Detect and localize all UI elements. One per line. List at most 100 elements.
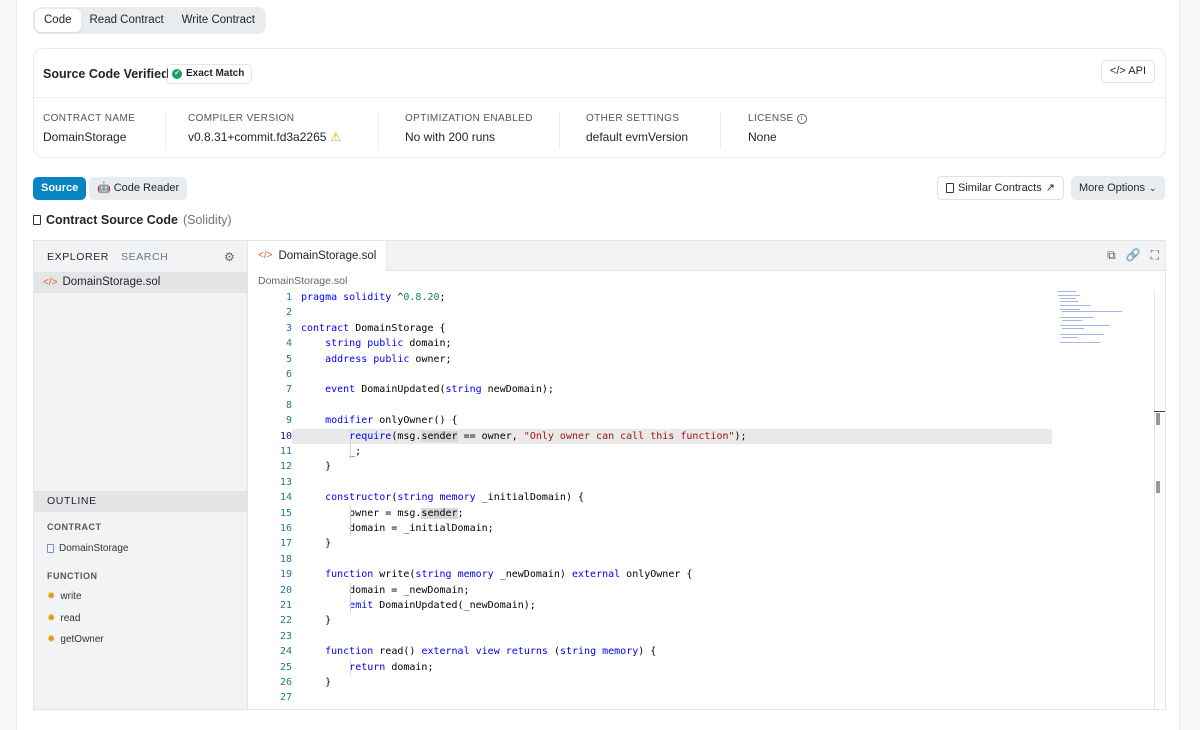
code-file-icon: </> [43,277,58,288]
line-number: 18 [279,553,292,565]
line-number: 1 [285,292,292,303]
minimap[interactable] [1058,289,1158,349]
outline-function-item[interactable]: ✹ read [47,613,80,624]
scroll-marker [1156,413,1160,425]
line-number: 4 [285,338,292,350]
indent-guide [350,428,351,460]
source-language: (Solidity) [182,213,232,227]
line-number: 27 [279,692,292,704]
source-title-label: Contract Source Code [46,213,178,227]
external-link-icon: ↗ [1045,182,1055,194]
other-settings-field: OTHER SETTINGS default evmVersion [586,113,688,149]
compiler-version-value: v0.8.31+commit.fd3a2265 [188,130,327,144]
code-line[interactable]: } [301,613,331,628]
line-number: 11 [279,446,292,457]
tab-read-contract[interactable]: Read Contract [81,9,173,32]
code-line[interactable]: return domain; [301,660,433,675]
similar-contracts-label: Similar Contracts [958,182,1042,194]
license-value: None [748,130,777,144]
optimization-label: OPTIMIZATION ENABLED [405,113,533,124]
tab-code[interactable]: Code [35,9,81,32]
optimization-value: No with 200 runs [405,130,496,144]
verification-card: Source Code Verified ✓ Exact Match </> A… [33,48,1166,158]
link-icon[interactable]: 🔗 [1126,248,1141,263]
function-icon: ✹ [47,613,56,624]
outline-header[interactable]: OUTLINE [34,491,248,512]
page: Code Read Contract Write Contract Source… [16,0,1180,730]
code-line[interactable]: contract DomainStorage { [301,321,446,336]
document-icon [33,215,41,225]
gear-icon[interactable]: ⚙ [224,250,235,264]
contract-icon [47,544,54,553]
source-section-title: Contract Source Code (Solidity) [33,213,232,227]
code-line[interactable]: owner = msg.sender; [301,506,464,521]
copy-icon[interactable]: ⧉ [1107,248,1116,263]
outline-function-label: write [60,591,82,602]
editor-file-tab[interactable]: </> DomainStorage.sol [248,241,388,271]
license-label: LICENSE [748,113,794,124]
line-number: 6 [285,369,292,380]
function-icon: ✹ [47,634,56,645]
outline-function-item[interactable]: ✹ write [47,591,82,602]
line-number: 3 [285,322,292,334]
code-line[interactable]: emit DomainUpdated(_newDomain); [301,598,536,613]
line-number: 8 [285,399,292,411]
line-number: 25 [279,661,292,673]
code-line[interactable]: _; [301,444,361,459]
warning-icon[interactable]: ⚠ [330,130,341,144]
line-number: 15 [279,507,292,519]
explorer-file-item[interactable]: </> DomainStorage.sol [34,272,248,293]
line-number: 20 [279,584,292,596]
code-line[interactable]: function read() external view returns (s… [301,644,656,659]
field-divider [165,111,166,149]
vertical-scrollbar[interactable] [1154,290,1155,709]
search-tab[interactable]: SEARCH [121,251,168,263]
contract-tabs: Code Read Contract Write Contract [33,7,266,34]
code-reader-button[interactable]: 🤖 Code Reader [89,177,188,200]
indent-guide [350,582,351,614]
chevron-down-icon: ⌄ [1149,183,1157,193]
other-settings-label: OTHER SETTINGS [586,113,680,124]
contract-name-label: CONTRACT NAME [43,113,136,124]
source-button[interactable]: Source [33,177,87,200]
fullscreen-icon[interactable]: ⛶ [1151,248,1159,263]
contract-name-value: DomainStorage [43,130,127,144]
code-line[interactable]: pragma solidity ^0.8.20; [301,290,446,305]
compiler-version-label: COMPILER VERSION [188,113,295,124]
line-number: 13 [279,476,292,488]
code-line[interactable]: domain = _initialDomain; [301,521,494,536]
code-line[interactable]: } [301,459,331,474]
line-number: 21 [279,600,292,611]
code-line[interactable]: function write(string memory _newDomain)… [301,567,692,582]
code-line[interactable]: event DomainUpdated(string newDomain); [301,382,554,397]
line-number: 22 [279,615,292,627]
similar-contracts-button[interactable]: Similar Contracts ↗ [937,176,1064,200]
explorer-tab[interactable]: EXPLORER [47,251,109,263]
code-line[interactable]: string public domain; [301,336,451,351]
code-line[interactable]: address public owner; [301,352,451,367]
scroll-cursor-marker [1154,411,1165,412]
line-number: 10 [279,430,292,442]
outline-contract-item[interactable]: DomainStorage [47,543,128,554]
line-number: 5 [285,353,292,365]
outline-function-item[interactable]: ✹ getOwner [47,634,104,645]
code-line[interactable]: constructor(string memory _initialDomain… [301,490,584,505]
more-options-button[interactable]: More Options ⌄ [1071,176,1165,200]
field-divider [720,111,721,149]
code-line[interactable]: domain = _newDomain; [301,583,469,598]
code-line[interactable]: } [301,536,331,551]
code-reader-label: Code Reader [113,182,180,194]
info-icon[interactable]: i [796,113,807,124]
code-line[interactable]: require(msg.sender == owner, "Only owner… [301,429,747,444]
api-button[interactable]: </> API [1100,60,1155,83]
indent-guide [350,659,351,675]
tab-write-contract[interactable]: Write Contract [173,9,264,32]
document-icon [946,183,954,193]
code-line[interactable]: modifier onlyOwner() { [301,413,457,428]
line-number: 24 [279,646,292,658]
code-file-icon: </> [258,250,273,261]
code-line[interactable]: } [301,675,331,690]
compiler-version-field: COMPILER VERSION v0.8.31+commit.fd3a2265… [188,113,341,149]
editor-tab-bar: </> DomainStorage.sol ⧉ 🔗 ⛶ [248,241,1165,271]
outline-contract-section: CONTRACT [47,522,102,532]
